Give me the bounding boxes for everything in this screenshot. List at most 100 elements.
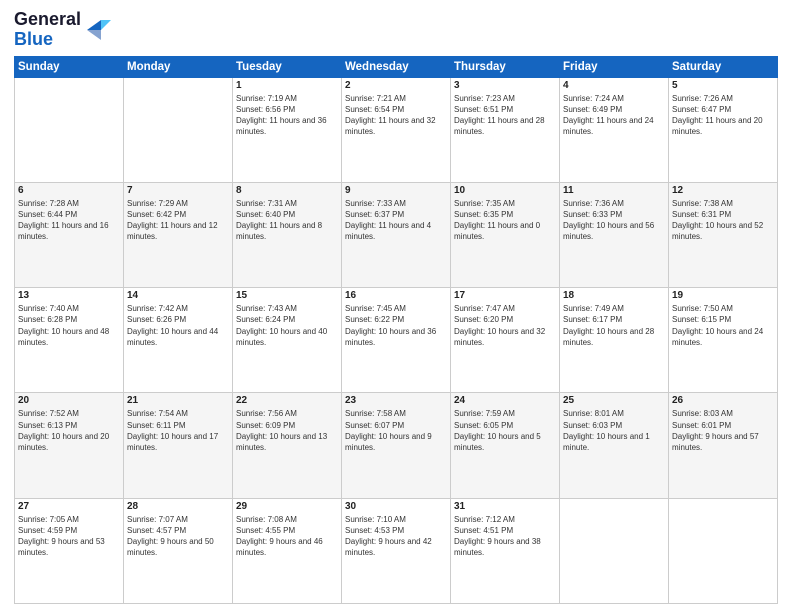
day-cell: 20Sunrise: 7:52 AMSunset: 6:13 PMDayligh…: [15, 393, 124, 498]
day-number: 4: [563, 80, 665, 91]
weekday-monday: Monday: [124, 56, 233, 77]
day-number: 5: [672, 80, 774, 91]
week-row-2: 6 Sunrise: 7:28 AMSunset: 6:44 PMDaylight…: [15, 182, 778, 287]
day-cell: 6 Sunrise: 7:28 AMSunset: 6:44 PMDaylight…: [15, 182, 124, 287]
day-cell: 13 Sunrise: 7:40 AMSunset: 6:28 PMDayligh…: [15, 288, 124, 393]
day-number: 16: [345, 290, 447, 301]
day-number: 13: [18, 290, 120, 301]
logo-text-blue: Blue: [14, 30, 53, 50]
day-number: 20: [18, 395, 120, 406]
day-number: 23: [345, 395, 447, 406]
day-cell: [15, 77, 124, 182]
day-cell: 3 Sunrise: 7:23 AMSunset: 6:51 PMDaylight…: [451, 77, 560, 182]
day-number: 18: [563, 290, 665, 301]
day-info: Sunrise: 7:31 AMSunset: 6:40 PMDaylight:…: [236, 198, 338, 243]
day-cell: 22Sunrise: 7:56 AMSunset: 6:09 PMDayligh…: [233, 393, 342, 498]
weekday-thursday: Thursday: [451, 56, 560, 77]
day-cell: 15Sunrise: 7:43 AMSunset: 6:24 PMDayligh…: [233, 288, 342, 393]
day-info: Sunrise: 7:07 AMSunset: 4:57 PMDaylight:…: [127, 514, 229, 559]
day-info: Sunrise: 7:40 AMSunset: 6:28 PMDaylight:…: [18, 303, 120, 348]
weekday-wednesday: Wednesday: [342, 56, 451, 77]
day-number: 12: [672, 185, 774, 196]
day-cell: 27Sunrise: 7:05 AMSunset: 4:59 PMDayligh…: [15, 498, 124, 603]
day-info: Sunrise: 7:10 AMSunset: 4:53 PMDaylight:…: [345, 514, 447, 559]
calendar-table: SundayMondayTuesdayWednesdayThursdayFrid…: [14, 56, 778, 604]
day-cell: [124, 77, 233, 182]
day-info: Sunrise: 7:08 AMSunset: 4:55 PMDaylight:…: [236, 514, 338, 559]
day-cell: 21 Sunrise: 7:54 AMSunset: 6:11 PMDayligh…: [124, 393, 233, 498]
day-cell: 26Sunrise: 8:03 AMSunset: 6:01 PMDayligh…: [669, 393, 778, 498]
day-info: Sunrise: 7:56 AMSunset: 6:09 PMDaylight:…: [236, 408, 338, 453]
day-number: 6: [18, 185, 120, 196]
day-info: Sunrise: 7:38 AMSunset: 6:31 PMDaylight:…: [672, 198, 774, 243]
day-number: 8: [236, 185, 338, 196]
week-row-5: 27Sunrise: 7:05 AMSunset: 4:59 PMDayligh…: [15, 498, 778, 603]
day-cell: 18 Sunrise: 7:49 AMSunset: 6:17 PMDayligh…: [560, 288, 669, 393]
logo-text-general: General: [14, 10, 81, 30]
day-info: Sunrise: 7:36 AMSunset: 6:33 PMDaylight:…: [563, 198, 665, 243]
day-info: Sunrise: 7:26 AMSunset: 6:47 PMDaylight:…: [672, 93, 774, 138]
weekday-friday: Friday: [560, 56, 669, 77]
day-cell: 30 Sunrise: 7:10 AMSunset: 4:53 PMDayligh…: [342, 498, 451, 603]
day-info: Sunrise: 7:28 AMSunset: 6:44 PMDaylight:…: [18, 198, 120, 243]
day-number: 10: [454, 185, 556, 196]
day-number: 11: [563, 185, 665, 196]
weekday-saturday: Saturday: [669, 56, 778, 77]
day-info: Sunrise: 7:54 AMSunset: 6:11 PMDaylight:…: [127, 408, 229, 453]
day-cell: 7 Sunrise: 7:29 AMSunset: 6:42 PMDaylight…: [124, 182, 233, 287]
day-number: 7: [127, 185, 229, 196]
day-info: Sunrise: 7:05 AMSunset: 4:59 PMDaylight:…: [18, 514, 120, 559]
day-cell: 19Sunrise: 7:50 AMSunset: 6:15 PMDayligh…: [669, 288, 778, 393]
day-info: Sunrise: 7:23 AMSunset: 6:51 PMDaylight:…: [454, 93, 556, 138]
day-cell: 24 Sunrise: 7:59 AMSunset: 6:05 PMDayligh…: [451, 393, 560, 498]
day-number: 29: [236, 501, 338, 512]
weekday-tuesday: Tuesday: [233, 56, 342, 77]
day-cell: 29 Sunrise: 7:08 AMSunset: 4:55 PMDayligh…: [233, 498, 342, 603]
day-info: Sunrise: 7:33 AMSunset: 6:37 PMDaylight:…: [345, 198, 447, 243]
day-info: Sunrise: 7:47 AMSunset: 6:20 PMDaylight:…: [454, 303, 556, 348]
day-number: 17: [454, 290, 556, 301]
day-info: Sunrise: 7:19 AMSunset: 6:56 PMDaylight:…: [236, 93, 338, 138]
week-row-4: 20Sunrise: 7:52 AMSunset: 6:13 PMDayligh…: [15, 393, 778, 498]
day-number: 14: [127, 290, 229, 301]
day-cell: 31 Sunrise: 7:12 AMSunset: 4:51 PMDayligh…: [451, 498, 560, 603]
day-cell: 17 Sunrise: 7:47 AMSunset: 6:20 PMDayligh…: [451, 288, 560, 393]
day-number: 3: [454, 80, 556, 91]
day-number: 28: [127, 501, 229, 512]
logo-bird-icon: [83, 16, 111, 44]
logo: General Blue: [14, 10, 111, 50]
day-info: Sunrise: 7:50 AMSunset: 6:15 PMDaylight:…: [672, 303, 774, 348]
day-info: Sunrise: 7:35 AMSunset: 6:35 PMDaylight:…: [454, 198, 556, 243]
day-cell: 9Sunrise: 7:33 AMSunset: 6:37 PMDaylight…: [342, 182, 451, 287]
day-info: Sunrise: 7:12 AMSunset: 4:51 PMDaylight:…: [454, 514, 556, 559]
day-cell: [669, 498, 778, 603]
day-cell: 8 Sunrise: 7:31 AMSunset: 6:40 PMDaylight…: [233, 182, 342, 287]
day-info: Sunrise: 7:24 AMSunset: 6:49 PMDaylight:…: [563, 93, 665, 138]
day-cell: 28 Sunrise: 7:07 AMSunset: 4:57 PMDayligh…: [124, 498, 233, 603]
page: General Blue SundayMondayTuesdayWednesda…: [0, 0, 792, 612]
week-row-1: 1 Sunrise: 7:19 AMSunset: 6:56 PMDaylight…: [15, 77, 778, 182]
day-info: Sunrise: 7:59 AMSunset: 6:05 PMDaylight:…: [454, 408, 556, 453]
day-cell: 23Sunrise: 7:58 AMSunset: 6:07 PMDayligh…: [342, 393, 451, 498]
day-cell: 16 Sunrise: 7:45 AMSunset: 6:22 PMDayligh…: [342, 288, 451, 393]
day-info: Sunrise: 7:42 AMSunset: 6:26 PMDaylight:…: [127, 303, 229, 348]
day-cell: 1 Sunrise: 7:19 AMSunset: 6:56 PMDaylight…: [233, 77, 342, 182]
week-row-3: 13 Sunrise: 7:40 AMSunset: 6:28 PMDayligh…: [15, 288, 778, 393]
day-number: 30: [345, 501, 447, 512]
day-number: 24: [454, 395, 556, 406]
day-number: 25: [563, 395, 665, 406]
day-number: 1: [236, 80, 338, 91]
day-number: 21: [127, 395, 229, 406]
header: General Blue: [14, 10, 778, 50]
day-info: Sunrise: 7:43 AMSunset: 6:24 PMDaylight:…: [236, 303, 338, 348]
day-info: Sunrise: 7:21 AMSunset: 6:54 PMDaylight:…: [345, 93, 447, 138]
day-cell: 12 Sunrise: 7:38 AMSunset: 6:31 PMDayligh…: [669, 182, 778, 287]
day-info: Sunrise: 7:49 AMSunset: 6:17 PMDaylight:…: [563, 303, 665, 348]
day-cell: 25Sunrise: 8:01 AMSunset: 6:03 PMDayligh…: [560, 393, 669, 498]
day-number: 31: [454, 501, 556, 512]
day-cell: [560, 498, 669, 603]
day-cell: 14 Sunrise: 7:42 AMSunset: 6:26 PMDayligh…: [124, 288, 233, 393]
day-info: Sunrise: 7:45 AMSunset: 6:22 PMDaylight:…: [345, 303, 447, 348]
day-info: Sunrise: 7:29 AMSunset: 6:42 PMDaylight:…: [127, 198, 229, 243]
day-cell: 11 Sunrise: 7:36 AMSunset: 6:33 PMDayligh…: [560, 182, 669, 287]
